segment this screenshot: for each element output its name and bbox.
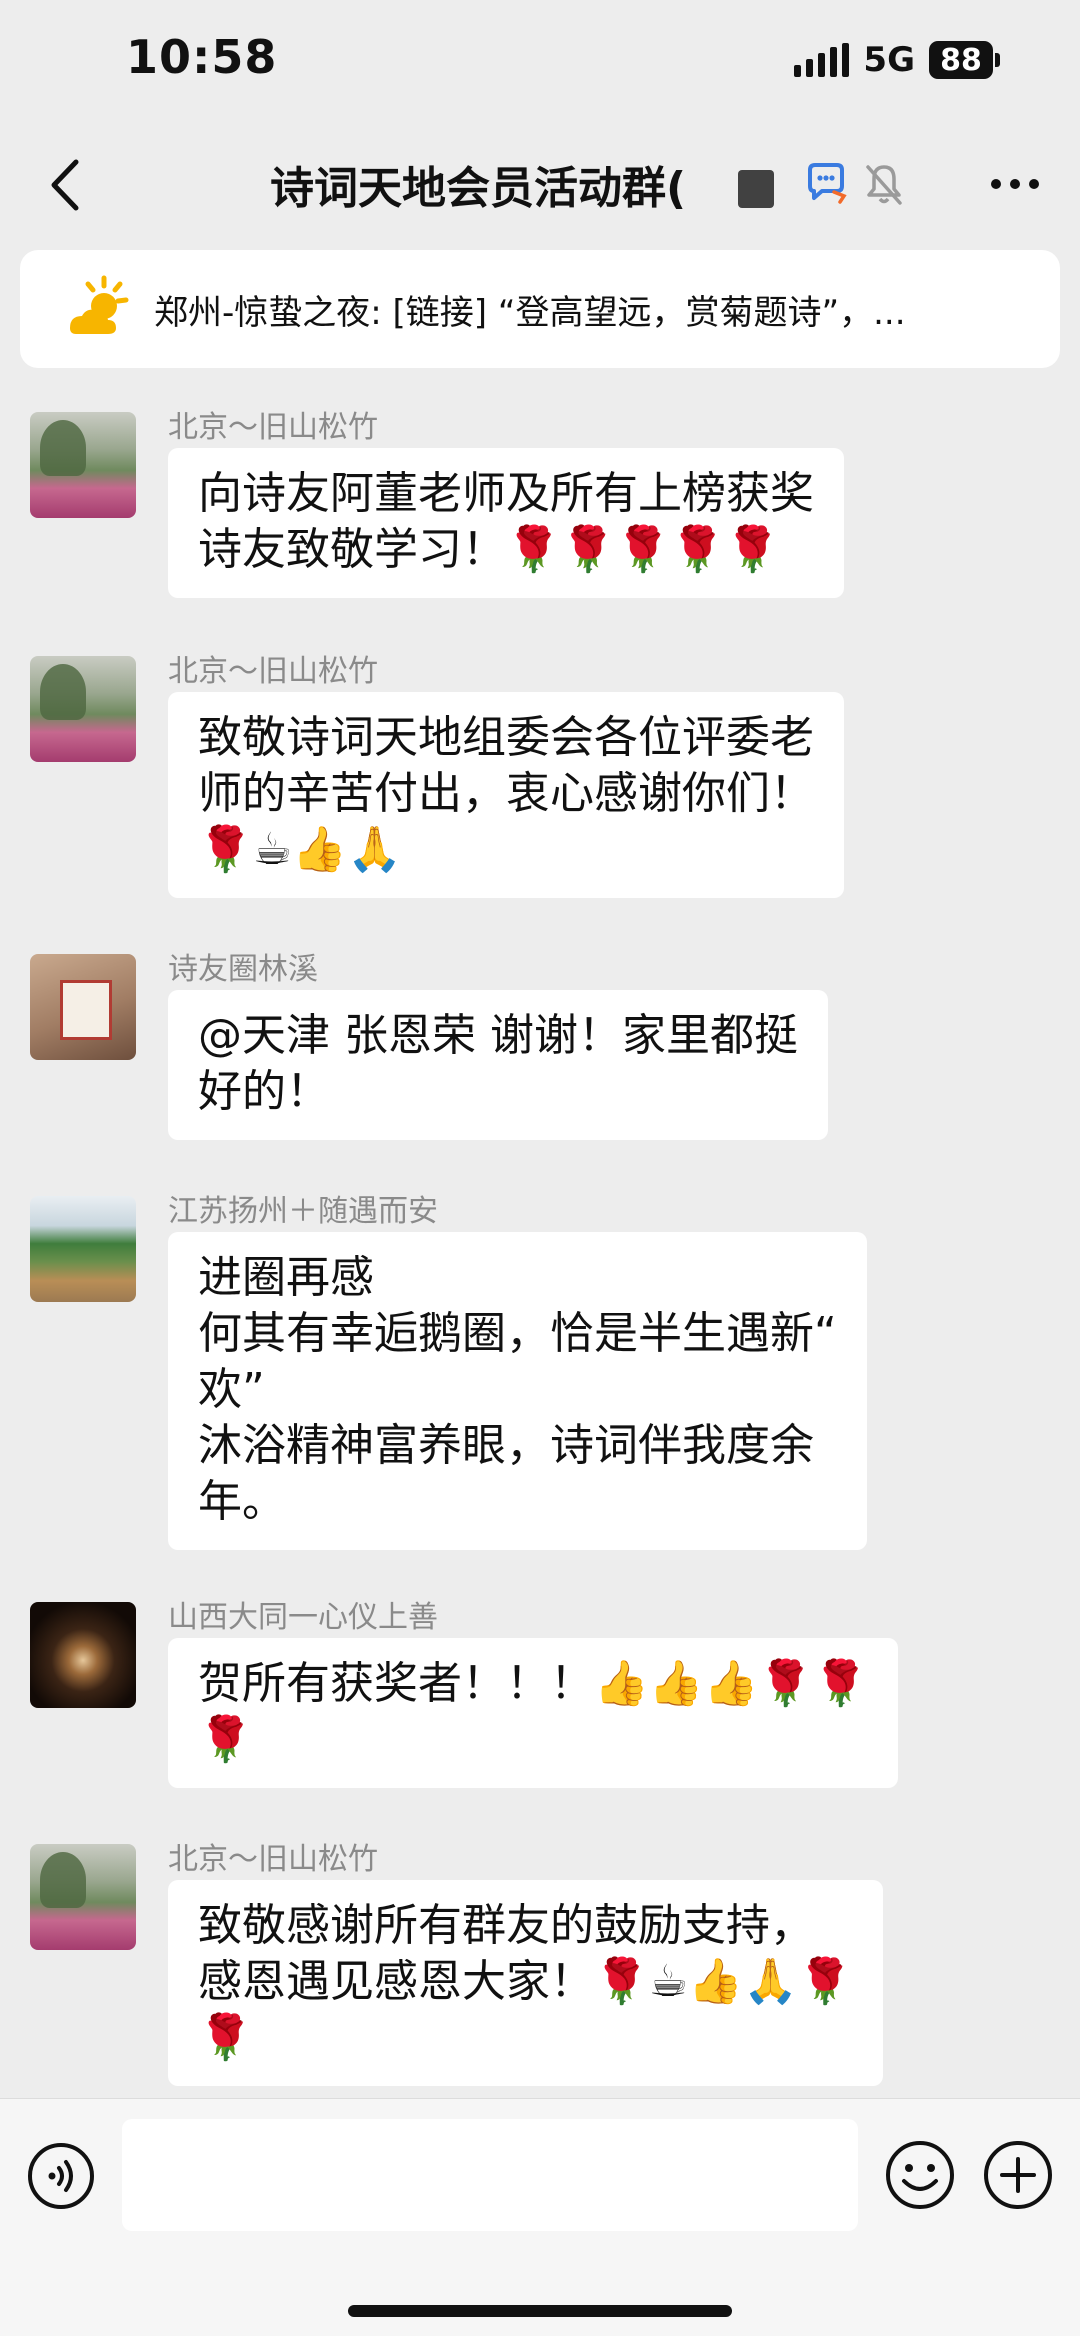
avatar[interactable] [30,1602,136,1708]
message-bubble[interactable]: 向诗友阿董老师及所有上榜获奖 诗友致敬学习！🌹🌹🌹🌹🌹 [168,448,844,598]
avatar[interactable] [30,954,136,1060]
message-line: 好的！ [198,1066,330,1117]
message-line: 致敬感谢所有群友的鼓励支持， [198,1900,814,1951]
message-line: 诗友致敬学习！🌹🌹🌹🌹🌹 [198,524,780,575]
network-type: 5G [863,40,915,80]
message-line: 进圈再感 [198,1252,374,1303]
message-line: 欢” [198,1364,265,1415]
message-bubble[interactable]: 进圈再感 何其有幸逅鹅圈，恰是半生遇新“ 欢” 沐浴精神富养眼，诗词伴我度余 年… [168,1232,867,1550]
chevron-left-icon [51,159,79,211]
sender-name: 北京～旧山松竹 [168,1842,378,1877]
message-line: 🌹 [198,1714,253,1765]
message-line: 沐浴精神富养眼，诗词伴我度余 [198,1420,814,1471]
message-input[interactable] [122,2119,858,2231]
more-dot [1010,179,1020,189]
signal-icon [794,43,850,77]
sun-cloud-icon [70,275,129,334]
message-line: 贺所有获奖者！！！👍👍👍🌹🌹 [198,1658,868,1709]
message-bubble[interactable]: 致敬感谢所有群友的鼓励支持， 感恩遇见感恩大家！🌹☕👍🙏🌹 🌹 [168,1880,883,2086]
sender-name: 北京～旧山松竹 [168,410,378,445]
message-bubble[interactable]: @天津 张恩荣 谢谢！家里都挺 好的！ [168,990,828,1140]
message-bubble[interactable]: 致敬诗词天地组委会各位评委老 师的辛苦付出，衷心感谢你们！ 🌹☕👍🙏 [168,692,844,898]
sender-name: 山西大同一心仪上善 [168,1600,438,1635]
avatar[interactable] [30,1196,136,1302]
mute-bell-icon [856,156,912,212]
message-line: 致敬诗词天地组委会各位评委老 [198,712,814,763]
title-redaction [738,170,774,208]
avatar[interactable] [30,412,136,518]
sender-name: 北京～旧山松竹 [168,654,378,689]
message-line: 感恩遇见感恩大家！🌹☕👍🙏🌹 [198,1956,853,2007]
message-line: 向诗友阿董老师及所有上榜获奖 [198,468,814,519]
input-bar [0,2098,1080,2336]
plus-icon[interactable] [982,2139,1054,2211]
more-dot [1029,179,1039,189]
emoji-icon[interactable] [884,2139,956,2211]
sender-name: 江苏扬州＋随遇而安 [168,1194,438,1229]
home-indicator[interactable] [348,2305,732,2317]
group-chat-icon[interactable] [800,156,856,212]
nav-bar: 诗词天地会员活动群( [0,130,1080,240]
status-indicators: 5G 88 [794,40,1000,80]
status-bar: 10:58 5G 88 [0,0,1080,130]
message-line: 何其有幸逅鹅圈，恰是半生遇新“ [198,1308,837,1359]
battery-tip [995,53,1000,67]
message-line: 师的辛苦付出，衷心感谢你们！ [198,768,814,819]
chat-title: 诗词天地会员活动群( [270,163,687,214]
more-options-button[interactable] [980,158,1050,210]
message-bubble[interactable]: 贺所有获奖者！！！👍👍👍🌹🌹 🌹 [168,1638,898,1788]
message-line: 🌹☕👍🙏 [198,824,402,875]
back-button[interactable] [30,150,100,220]
group-announcement[interactable]: 郑州-惊蛰之夜: [链接] “登高望远，赏菊题诗”，... [20,250,1060,368]
message-list[interactable]: 北京～旧山松竹 向诗友阿董老师及所有上榜获奖 诗友致敬学习！🌹🌹🌹🌹🌹 北京～旧… [0,402,1080,2098]
more-dot [991,179,1001,189]
sender-name: 诗友圈林溪 [168,952,318,987]
announcement-text: 郑州-惊蛰之夜: [链接] “登高望远，赏菊题诗”，... [154,292,906,333]
message-line: @天津 张恩荣 谢谢！家里都挺 [198,1010,798,1061]
battery-icon: 88 [929,41,993,79]
status-time: 10:58 [126,30,278,84]
voice-input-icon[interactable] [26,2141,96,2211]
message-line: 🌹 [198,2012,253,2063]
message-line: 年。 [198,1476,286,1527]
avatar[interactable] [30,656,136,762]
avatar[interactable] [30,1844,136,1950]
